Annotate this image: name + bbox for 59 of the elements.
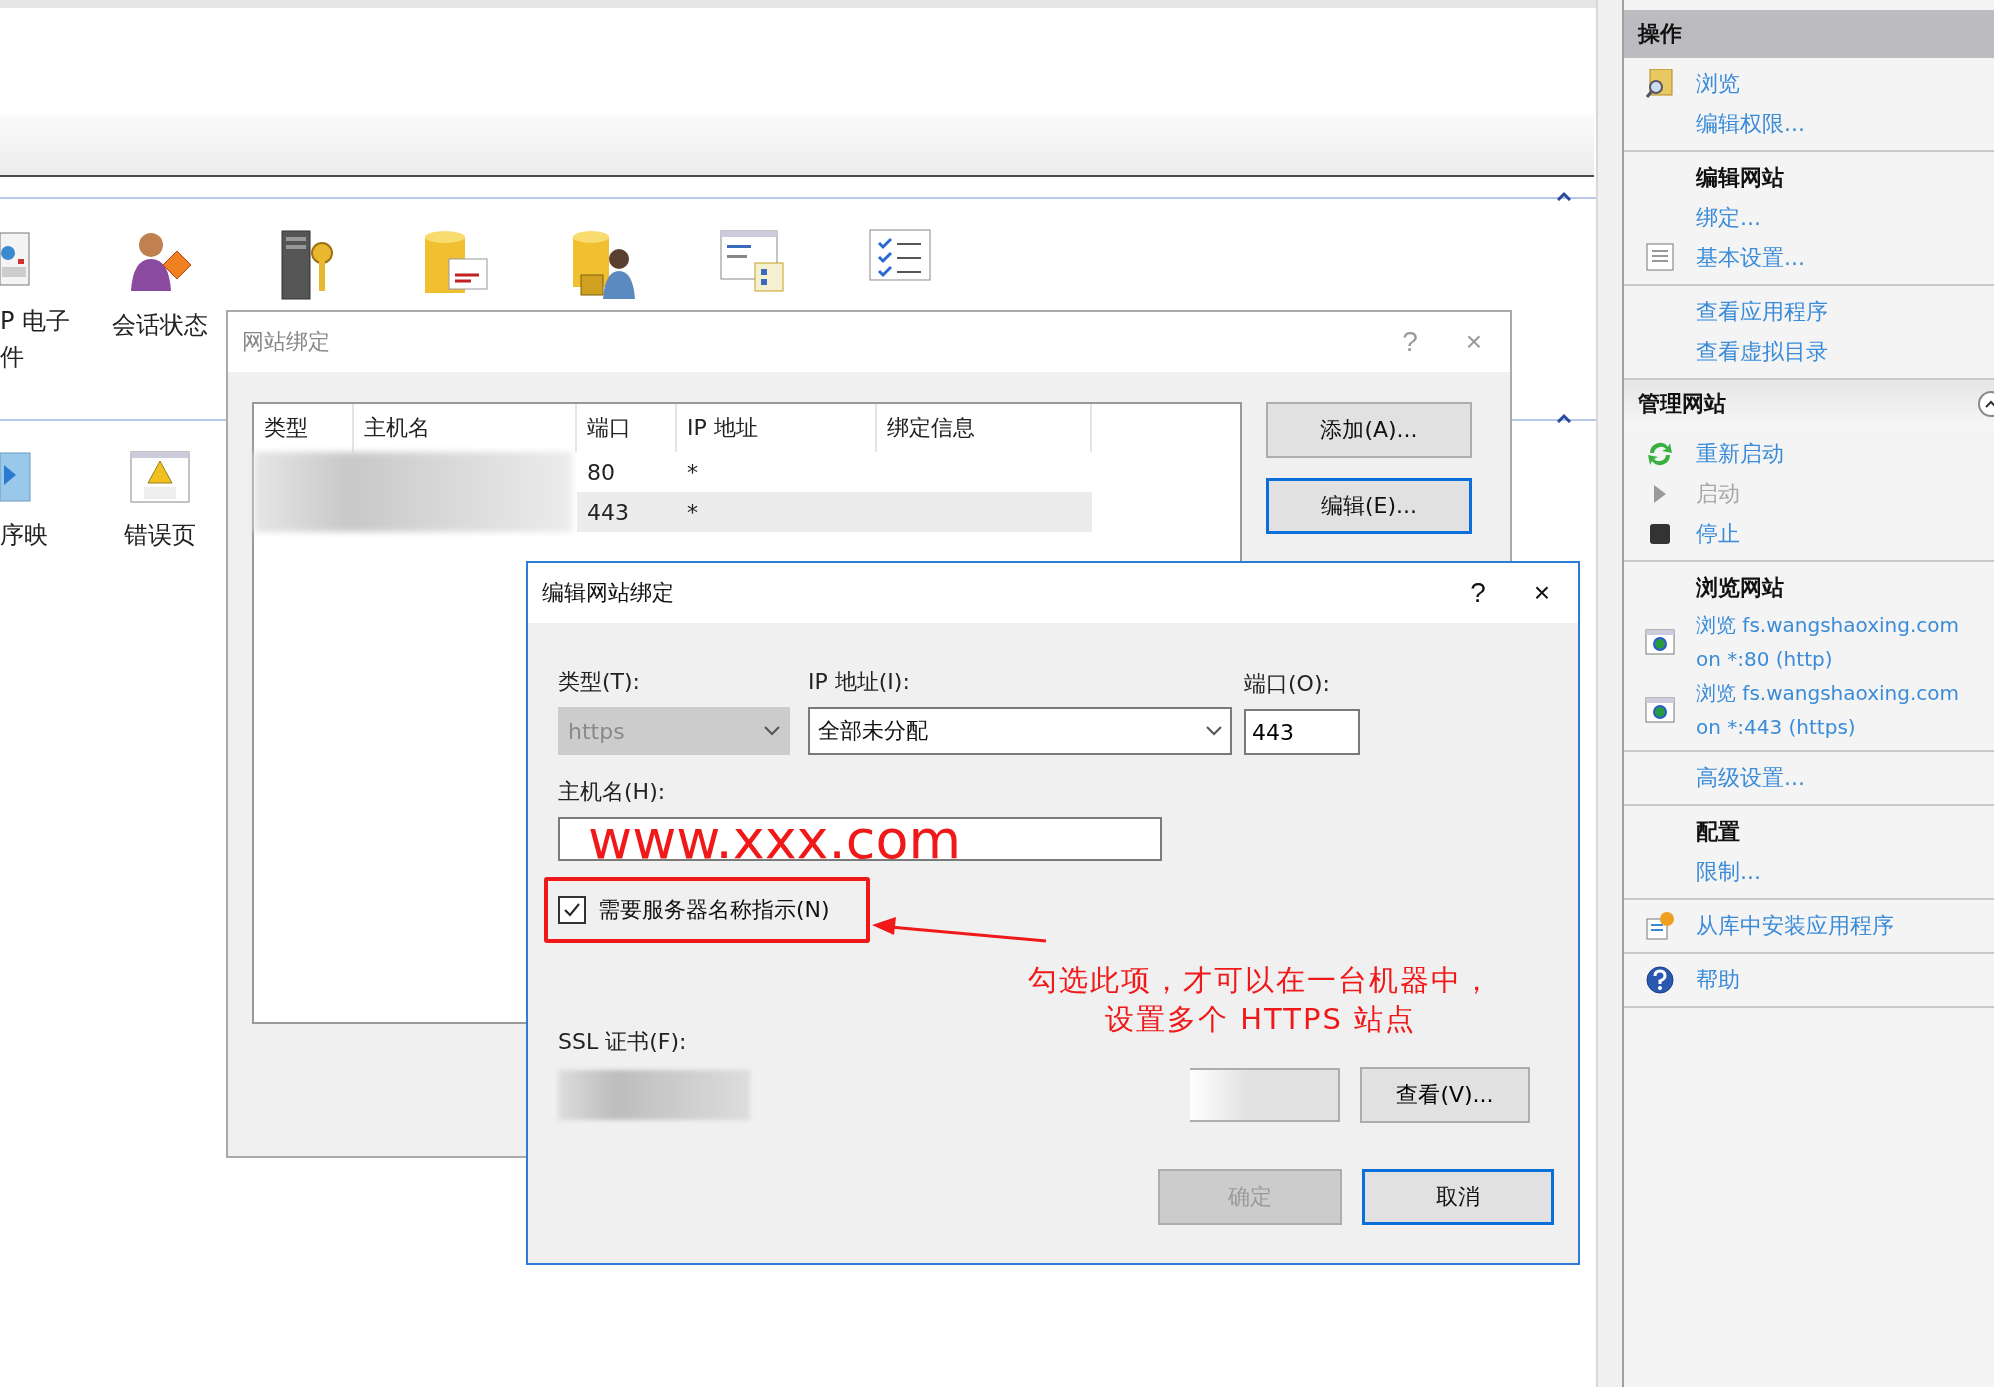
- binding-row[interactable]: 80 *: [577, 452, 1092, 492]
- play-icon: [1652, 483, 1668, 505]
- document-icon: [1646, 243, 1674, 273]
- stop-icon: [1649, 523, 1671, 545]
- column-header[interactable]: 绑定信息: [877, 404, 1092, 452]
- close-button[interactable]: ×: [1520, 577, 1564, 609]
- field-label: 端口(O):: [1244, 670, 1330, 698]
- column-header[interactable]: 端口: [577, 404, 677, 452]
- check-icon: [563, 902, 581, 918]
- view-button[interactable]: 查看(V)...: [1360, 1067, 1530, 1123]
- chevron-up-icon: [1985, 400, 1994, 408]
- folder-magnifier-icon: [1646, 69, 1674, 99]
- dialog-title: 网站绑定: [242, 328, 331, 356]
- window-layout-icon: [719, 229, 785, 295]
- scrollbar-track[interactable]: [1596, 0, 1624, 1387]
- pane-title: 管理网站: [1638, 390, 1726, 418]
- sni-checkbox[interactable]: 需要服务器名称指示(N): [558, 895, 830, 925]
- dialog-title: 编辑网站绑定: [542, 579, 675, 607]
- table-cell-text: 80: [586, 459, 616, 485]
- collapse-chevron-icon[interactable]: [1556, 413, 1572, 423]
- field-label: IP 地址(I):: [808, 668, 910, 696]
- globe-window-icon: [1645, 629, 1675, 655]
- group-title: 配置: [1695, 818, 1741, 846]
- group-title: 浏览网站: [1695, 574, 1785, 602]
- pane-title: 操作: [1638, 20, 1682, 48]
- group-title: 编辑网站: [1695, 164, 1785, 192]
- dialog-button[interactable]: 取消: [1362, 1169, 1554, 1225]
- feature-label[interactable]: 序映: [0, 517, 48, 553]
- field-label: 主机名(H):: [558, 778, 666, 806]
- install-icon: [1645, 911, 1675, 941]
- checkbox[interactable]: [558, 896, 586, 924]
- checkbox-label: 需要服务器名称指示(N): [598, 896, 830, 924]
- table-cell-text: 443: [586, 499, 630, 525]
- feature-label[interactable]: 错误页: [124, 517, 196, 553]
- table-cell-text: *: [686, 459, 699, 485]
- help-button[interactable]: ?: [1456, 577, 1500, 609]
- feature-label[interactable]: 件: [0, 339, 24, 375]
- help-icon: [1645, 965, 1675, 995]
- binding-row[interactable]: 443 *: [577, 492, 1092, 532]
- feature-label[interactable]: 会话状态: [112, 307, 208, 343]
- collapse-chevron-icon[interactable]: [1556, 191, 1572, 201]
- globe-window-icon: [1645, 697, 1675, 723]
- annotation-note: 勾选此项，才可以在一台机器中，: [1028, 962, 1493, 999]
- hostname-field[interactable]: www.xxx.com: [558, 817, 1162, 861]
- ip-dropdown[interactable]: 全部未分配: [808, 707, 1232, 755]
- dialog-button[interactable]: 编辑(E)...: [1266, 478, 1472, 534]
- column-header[interactable]: IP 地址: [677, 404, 877, 452]
- field-label: 类型(T):: [558, 668, 641, 696]
- dropdown-caret-icon: [764, 726, 780, 736]
- dialog-button[interactable]: 添加(A)...: [1266, 402, 1472, 458]
- field-label: SSL 证书(F):: [558, 1028, 687, 1056]
- annotation-note: 设置多个 HTTPS 站点: [1104, 1001, 1417, 1039]
- port-field[interactable]: 443: [1244, 709, 1360, 755]
- dropdown-caret-icon: [1206, 726, 1222, 736]
- table-cell-text: *: [686, 499, 699, 525]
- feature-label[interactable]: P 电子: [0, 303, 71, 339]
- checklist-icon: [869, 229, 931, 281]
- warning-page-icon: [130, 451, 190, 503]
- handler-icon: [0, 451, 34, 503]
